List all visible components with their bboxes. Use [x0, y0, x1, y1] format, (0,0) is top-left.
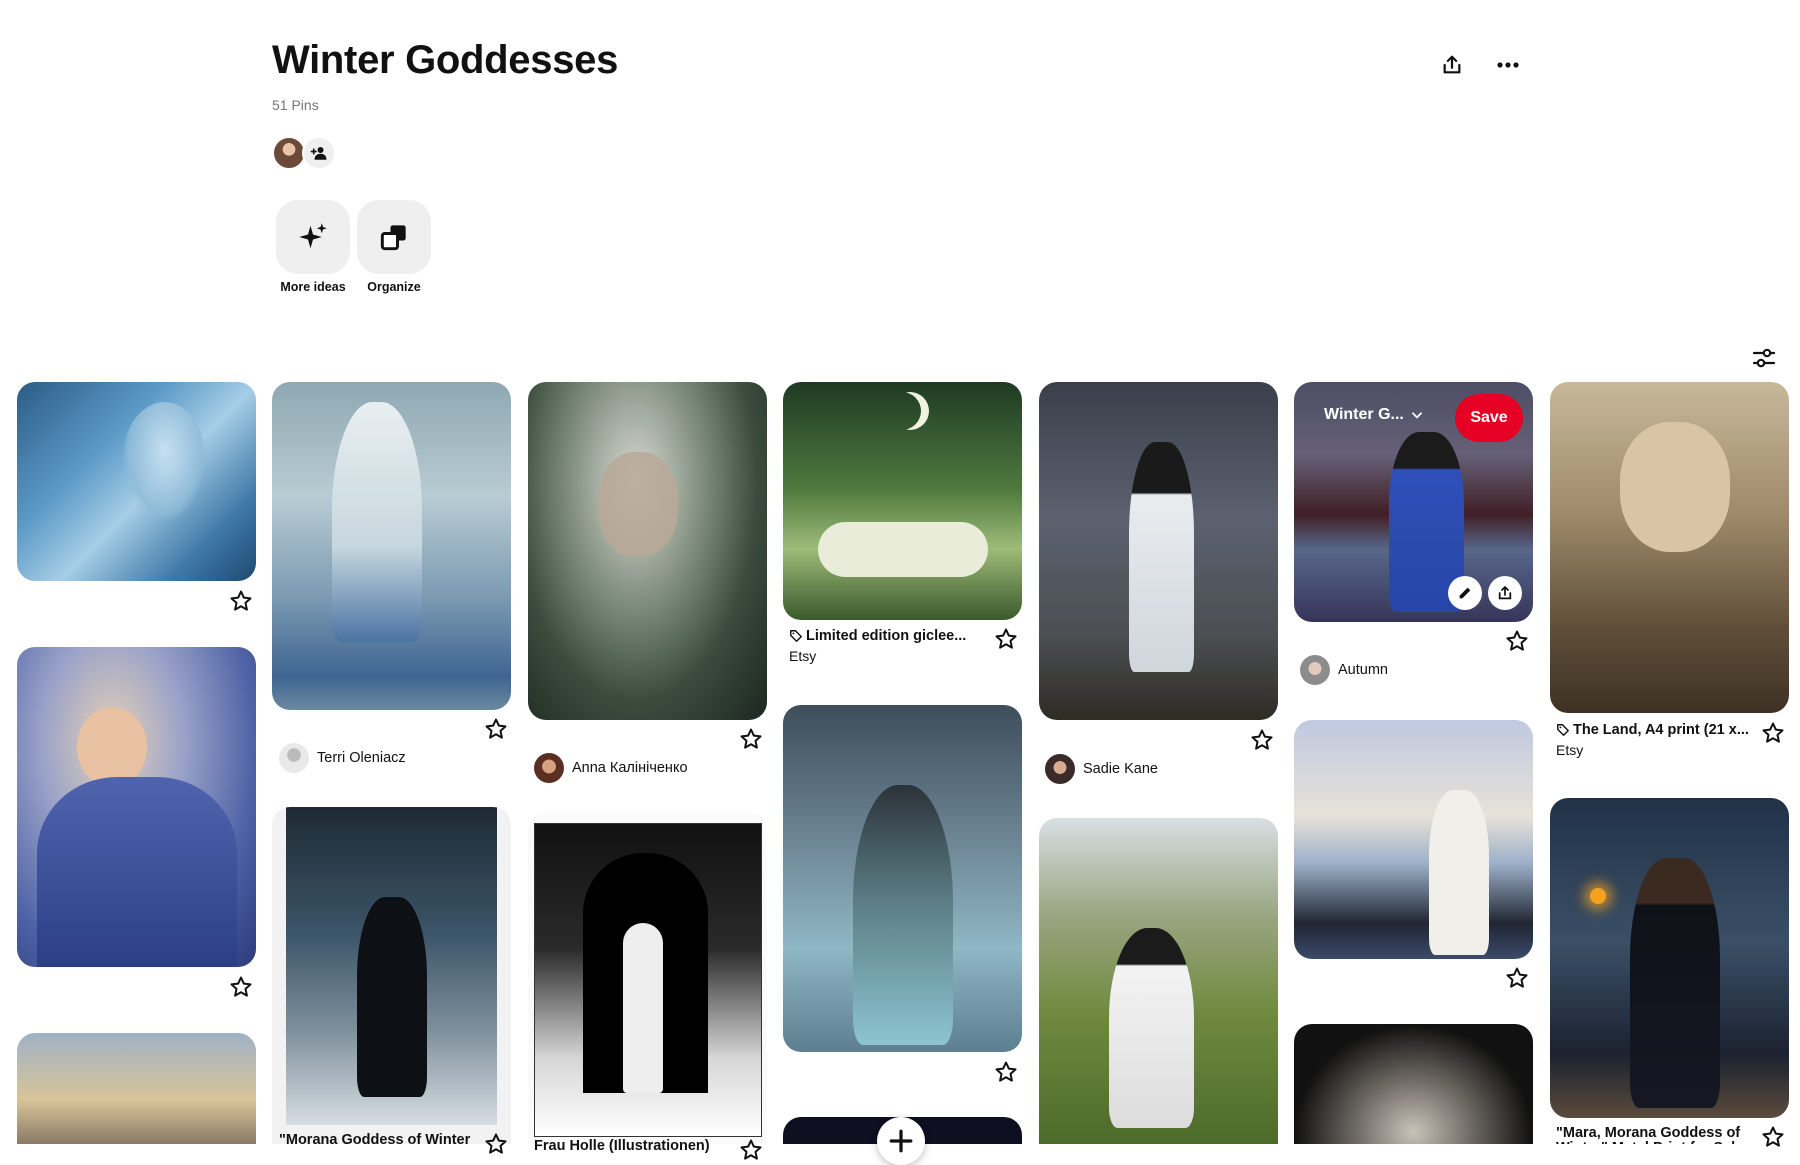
pin-image-meadow-lady[interactable]: [1039, 818, 1278, 1144]
save-button[interactable]: Save: [1455, 394, 1523, 442]
filter-icon: [1752, 348, 1776, 368]
pin-image-frau-holle[interactable]: [528, 813, 767, 1144]
pin-image-winter-goddess-hover[interactable]: Winter G... Save: [1294, 382, 1533, 622]
pinner-anna[interactable]: Anna Калініченко: [534, 753, 688, 783]
organize-tool[interactable]: Organize: [357, 200, 431, 294]
star-icon[interactable]: [229, 975, 253, 999]
pin-caption: Limited edition giclee...: [806, 628, 967, 644]
pin-image-winter-face[interactable]: [17, 382, 256, 581]
share-button[interactable]: [1432, 45, 1472, 85]
pinner-avatar: [1045, 754, 1075, 784]
board-select-dropdown[interactable]: Winter G...: [1324, 406, 1424, 424]
pin-count: 51 Pins: [272, 97, 319, 113]
pin-image-moon-sleeper[interactable]: [783, 382, 1022, 620]
pin-caption: "Mara, Morana Goddess of Winter" Metal P…: [1556, 1126, 1747, 1144]
filter-button[interactable]: [1744, 338, 1784, 378]
pin-image-morana[interactable]: [272, 807, 511, 1144]
pinner-avatar: [534, 753, 564, 783]
star-icon[interactable]: [739, 1138, 763, 1162]
pinner-name: Autumn: [1338, 662, 1388, 678]
pin-image-white-lady[interactable]: [1039, 382, 1278, 720]
more-options-button[interactable]: [1488, 45, 1528, 85]
pin-image-frost-queen[interactable]: [17, 1033, 256, 1144]
pin-caption: "Morana Goddess of Winter: [279, 1132, 471, 1148]
tag-icon: [1557, 724, 1569, 736]
pinner-sadie[interactable]: Sadie Kane: [1045, 754, 1158, 784]
pin-source[interactable]: Etsy: [1556, 742, 1583, 758]
add-pin-button[interactable]: [877, 1117, 925, 1165]
board-title: Winter Goddesses: [272, 38, 619, 82]
pin-image-antler-goddess[interactable]: [1294, 720, 1533, 959]
more-ideas-tool[interactable]: More ideas: [276, 200, 350, 294]
organize-button[interactable]: [357, 200, 431, 274]
pin-image-old-woman-portrait[interactable]: [1294, 1024, 1533, 1144]
pin-caption: The Land, A4 print (21 x...: [1573, 722, 1749, 738]
pin-image-blue-witch[interactable]: [783, 705, 1022, 1052]
star-icon[interactable]: [739, 727, 763, 751]
plus-icon: [889, 1129, 913, 1153]
star-icon[interactable]: [1505, 629, 1529, 653]
add-collaborator-button[interactable]: [302, 136, 336, 170]
add-person-icon: [310, 147, 327, 160]
pin-image-ice-spirit[interactable]: [272, 382, 511, 710]
pin-share-button[interactable]: [1488, 576, 1522, 610]
pinner-autumn[interactable]: Autumn: [1300, 655, 1388, 685]
pinner-avatar: [1300, 655, 1330, 685]
board-select-label: Winter G...: [1324, 406, 1404, 423]
owner-avatar[interactable]: [272, 136, 306, 170]
pin-source[interactable]: Etsy: [789, 648, 816, 664]
star-icon[interactable]: [484, 717, 508, 741]
tag-icon: [790, 630, 802, 642]
pinner-name: Anna Калініченко: [572, 760, 688, 776]
pin-image-crone[interactable]: [1550, 382, 1789, 713]
star-icon[interactable]: [994, 627, 1018, 651]
star-icon[interactable]: [484, 1132, 508, 1156]
share-icon: [1498, 586, 1512, 600]
more-icon: [1497, 62, 1519, 68]
share-icon: [1443, 55, 1461, 74]
pencil-icon: [1459, 587, 1471, 599]
pinner-avatar: [279, 743, 309, 773]
star-icon[interactable]: [1761, 1125, 1785, 1149]
more-ideas-button[interactable]: [276, 200, 350, 274]
pin-image-mara[interactable]: [1550, 798, 1789, 1118]
chevron-down-icon: [1411, 412, 1422, 419]
pinner-name: Sadie Kane: [1083, 761, 1158, 777]
pinner-name: Terri Oleniacz: [317, 750, 406, 766]
collaborators: [272, 136, 336, 170]
edit-button[interactable]: [1448, 576, 1482, 610]
star-icon[interactable]: [1761, 721, 1785, 745]
organize-icon: [380, 225, 406, 251]
sparkle-icon: [299, 223, 327, 249]
star-icon[interactable]: [994, 1060, 1018, 1084]
pinner-terri[interactable]: Terri Oleniacz: [279, 743, 406, 773]
star-icon[interactable]: [229, 589, 253, 613]
more-ideas-label: More ideas: [280, 280, 346, 294]
pin-image-snow-queen[interactable]: [17, 647, 256, 967]
organize-label: Organize: [367, 280, 421, 294]
star-icon[interactable]: [1505, 966, 1529, 990]
star-icon[interactable]: [1250, 728, 1274, 752]
pin-image-old-goddess[interactable]: [528, 382, 767, 720]
pin-caption: Frau Holle (Illustrationen): [534, 1138, 710, 1154]
